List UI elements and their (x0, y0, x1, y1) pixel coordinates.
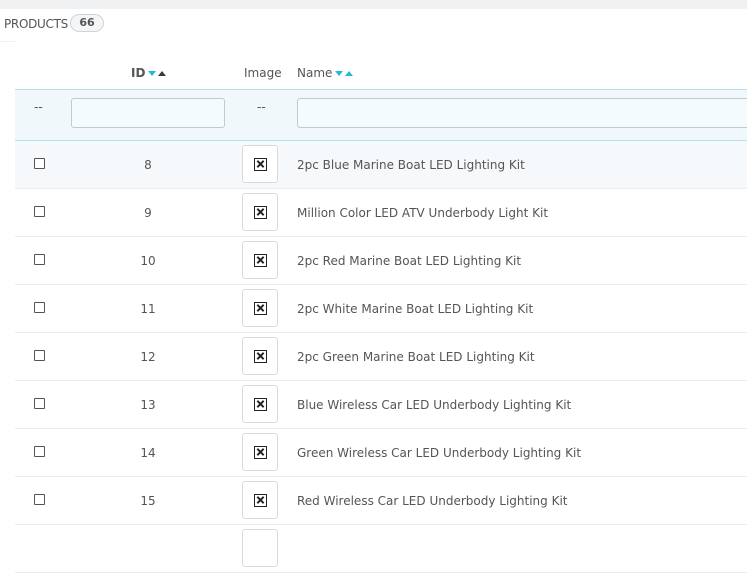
row-select-checkbox[interactable] (34, 206, 45, 217)
product-name[interactable]: Green Wireless Car LED Underbody Lightin… (297, 446, 581, 460)
product-name[interactable]: Red Wireless Car LED Underbody Lighting … (297, 494, 567, 508)
broken-image-icon (254, 158, 267, 171)
broken-image-icon (254, 398, 267, 411)
product-id: 12 (140, 350, 156, 364)
broken-image-icon (254, 254, 267, 267)
product-thumbnail[interactable] (242, 193, 278, 231)
product-thumbnail[interactable] (242, 145, 278, 183)
broken-image-icon (254, 446, 267, 459)
name-column-header: Name (297, 66, 354, 80)
row-select-checkbox[interactable] (34, 254, 45, 265)
id-column-header: ID (131, 66, 167, 80)
product-id: 13 (140, 398, 156, 412)
table-row[interactable]: 8 2pc Blue Marine Boat LED Lighting Kit (15, 141, 747, 189)
broken-image-icon (254, 206, 267, 219)
image-column-header: Image (244, 66, 282, 80)
product-thumbnail[interactable] (242, 289, 278, 327)
name-column-label: Name (297, 66, 333, 80)
image-filter-placeholder: -- (257, 100, 266, 114)
id-column-label: ID (131, 66, 146, 80)
row-select-checkbox[interactable] (34, 446, 45, 457)
table-row-partial (15, 525, 747, 573)
row-select-checkbox[interactable] (34, 350, 45, 361)
broken-image-icon (254, 350, 267, 363)
product-name[interactable]: 2pc Blue Marine Boat LED Lighting Kit (297, 158, 525, 172)
name-filter-input[interactable] (297, 98, 747, 128)
product-id: 15 (140, 494, 156, 508)
panel-header: PRODUCTS 66 (0, 9, 747, 42)
panel-title: PRODUCTS (4, 17, 68, 31)
row-select-checkbox[interactable] (34, 158, 45, 169)
table-row[interactable]: 9 Million Color LED ATV Underbody Light K… (15, 189, 747, 237)
product-list: 8 2pc Blue Marine Boat LED Lighting Kit 9 M… (15, 141, 747, 573)
table-row[interactable]: 14 Green Wireless Car LED Underbody Light… (15, 429, 747, 477)
product-id: 9 (144, 206, 152, 220)
row-select-checkbox[interactable] (34, 398, 45, 409)
product-name[interactable]: Million Color LED ATV Underbody Light Ki… (297, 206, 548, 220)
product-thumbnail[interactable] (242, 337, 278, 375)
product-thumbnail[interactable] (242, 433, 278, 471)
product-name[interactable]: 2pc White Marine Boat LED Lighting Kit (297, 302, 533, 316)
product-id: 14 (140, 446, 156, 460)
table-row[interactable]: 11 2pc White Marine Boat LED Lighting Kit (15, 285, 747, 333)
product-name[interactable]: 2pc Green Marine Boat LED Lighting Kit (297, 350, 535, 364)
table-row[interactable]: 13 Blue Wireless Car LED Underbody Lighti… (15, 381, 747, 429)
product-id: 8 (144, 158, 152, 172)
product-thumbnail (242, 529, 278, 567)
row-select-checkbox[interactable] (34, 302, 45, 313)
product-name[interactable]: Blue Wireless Car LED Underbody Lighting… (297, 398, 571, 412)
table-row[interactable]: 10 2pc Red Marine Boat LED Lighting Kit (15, 237, 747, 285)
product-name[interactable]: 2pc Red Marine Boat LED Lighting Kit (297, 254, 521, 268)
sort-desc-icon[interactable] (148, 71, 157, 76)
table-row[interactable]: 15 Red Wireless Car LED Underbody Lightin… (15, 477, 747, 525)
broken-image-icon (254, 494, 267, 507)
bulk-filter-placeholder: -- (34, 100, 43, 114)
row-select-checkbox[interactable] (34, 494, 45, 505)
filter-row: -- -- (15, 89, 747, 141)
broken-image-icon (254, 302, 267, 315)
product-thumbnail[interactable] (242, 481, 278, 519)
product-count-badge: 66 (70, 14, 104, 32)
product-thumbnail[interactable] (242, 241, 278, 279)
product-thumbnail[interactable] (242, 385, 278, 423)
sort-asc-icon[interactable] (158, 71, 167, 76)
table-header-row: ID Image Name (15, 41, 747, 89)
sort-desc-icon[interactable] (335, 71, 344, 76)
product-id: 11 (140, 302, 156, 316)
product-id: 10 (140, 254, 156, 268)
sort-asc-icon[interactable] (345, 71, 354, 76)
table-row[interactable]: 12 2pc Green Marine Boat LED Lighting Kit (15, 333, 747, 381)
id-filter-input[interactable] (71, 98, 225, 128)
